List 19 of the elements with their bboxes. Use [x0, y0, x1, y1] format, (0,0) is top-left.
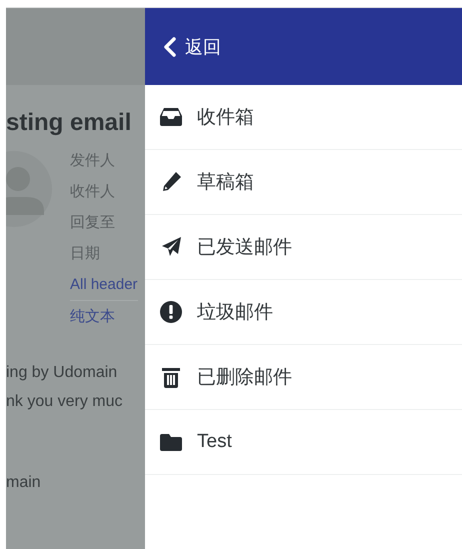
folder-item[interactable]: 已发送邮件 — [145, 215, 462, 280]
chevron-left-icon — [163, 36, 177, 56]
folder-item[interactable]: 草稿箱 — [145, 150, 462, 215]
folder-item[interactable]: 已删除邮件 — [145, 345, 462, 410]
signature-text: main — [6, 474, 42, 492]
header-label: 发件人 — [70, 151, 116, 171]
folder-item[interactable]: 垃圾邮件 — [145, 280, 462, 345]
inbox-tray-icon — [159, 105, 183, 129]
message-text: ing by Udomain — [6, 363, 118, 383]
message-title: sting email — [6, 109, 132, 137]
exclamation-circle-icon — [159, 300, 183, 324]
header-label: 日期 — [70, 244, 101, 264]
message-text: nk you very muc — [6, 392, 124, 412]
folder-item[interactable]: 收件箱 — [145, 85, 462, 150]
header-label: 收件人 — [70, 182, 116, 202]
folder-item[interactable]: Test — [145, 410, 462, 475]
back-button[interactable]: 返回 — [163, 34, 221, 58]
trash-icon — [159, 365, 183, 389]
header-label: 回复至 — [70, 213, 116, 233]
